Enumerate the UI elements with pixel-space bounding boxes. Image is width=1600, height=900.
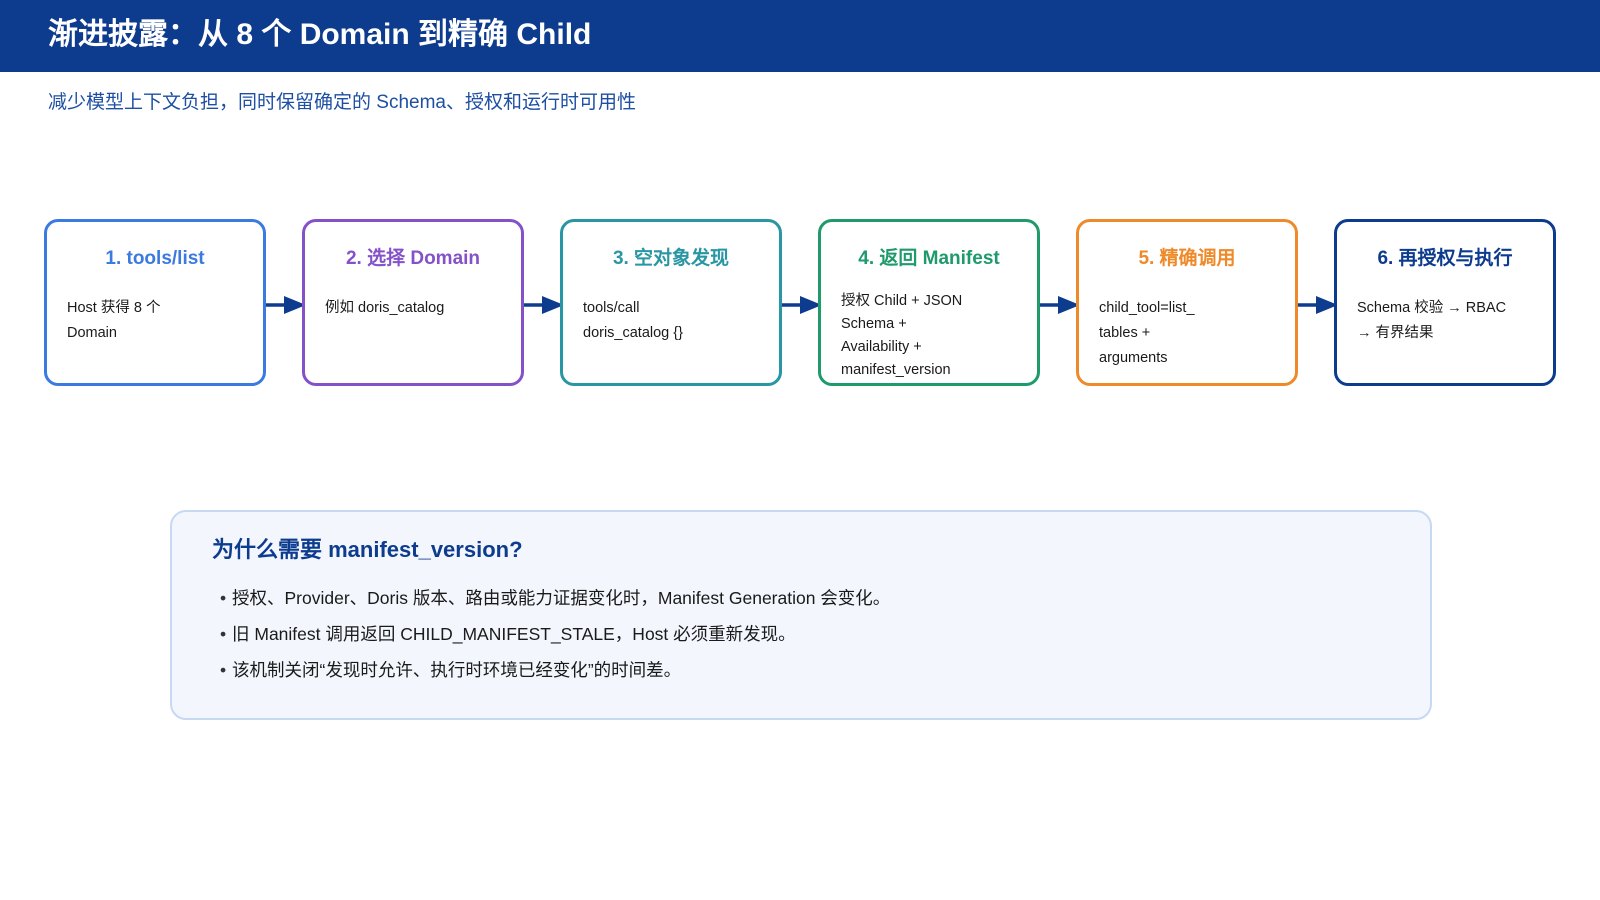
step-2-body: 例如 doris_catalog bbox=[325, 300, 445, 316]
step-2-title: 2. 选择 Domain bbox=[345, 248, 481, 269]
note-item-text: 授权、Provider、Doris 版本、路由或能力证据变化时，Manifest… bbox=[232, 588, 891, 608]
bullet-icon: • bbox=[220, 588, 227, 608]
note-item: • 该机制关闭“发现时允许、执行时环境已经变化”的时间差。 bbox=[220, 652, 890, 688]
step-2-card: 2. 选择 Domain 例如 doris_catalog bbox=[302, 219, 524, 386]
step-3-card: 3. 空对象发现 tools/call doris_catalog {} bbox=[560, 219, 782, 386]
step-1-title: 1. tools/list bbox=[105, 248, 205, 269]
arrow-5-6 bbox=[1298, 296, 1338, 314]
note-title: 为什么需要 manifest_version? bbox=[212, 537, 523, 562]
arrow-3-4 bbox=[782, 296, 822, 314]
step-6-body: Schema 校验 → RBAC → 有界结果 bbox=[1357, 300, 1507, 341]
step-5-card: 5. 精确调用 child_tool=list_ tables + argume… bbox=[1076, 219, 1298, 386]
arrow-2-3 bbox=[524, 296, 564, 314]
step-5-body: child_tool=list_ tables + arguments bbox=[1099, 300, 1195, 366]
step-6-title: 6. 再授权与执行 bbox=[1377, 248, 1513, 269]
step-6-card: 6. 再授权与执行 Schema 校验 → RBAC → 有界结果 bbox=[1334, 219, 1556, 386]
step-4-body: 授权 Child + JSON Schema + Availability + … bbox=[841, 293, 963, 378]
step-5-title: 5. 精确调用 bbox=[1138, 248, 1236, 269]
manifest-version-note: 为什么需要 manifest_version? • 授权、Provider、Dor… bbox=[170, 510, 1432, 720]
note-item-text: 该机制关闭“发现时允许、执行时环境已经变化”的时间差。 bbox=[232, 660, 682, 680]
arrow-4-5 bbox=[1040, 296, 1080, 314]
step-3-title: 3. 空对象发现 bbox=[612, 248, 730, 269]
step-1-card: 1. tools/list Host 获得 8 个 Domain bbox=[44, 219, 266, 386]
step-4-card: 4. 返回 Manifest 授权 Child + JSON Schema + … bbox=[818, 219, 1040, 386]
bullet-icon: • bbox=[220, 660, 227, 680]
note-list: • 授权、Provider、Doris 版本、路由或能力证据变化时，Manifes… bbox=[220, 580, 890, 688]
step-4-title: 4. 返回 Manifest bbox=[858, 248, 1000, 269]
note-item: • 授权、Provider、Doris 版本、路由或能力证据变化时，Manifes… bbox=[220, 580, 890, 616]
step-1-body: Host 获得 8 个 Domain bbox=[67, 300, 161, 341]
note-item: • 旧 Manifest 调用返回 CHILD_MANIFEST_STALE，Ho… bbox=[220, 616, 890, 652]
bullet-icon: • bbox=[220, 624, 227, 644]
flow-diagram: 1. tools/list Host 获得 8 个 Domain 2. 选择 D… bbox=[0, 0, 1600, 900]
note-item-text: 旧 Manifest 调用返回 CHILD_MANIFEST_STALE，Hos… bbox=[232, 624, 796, 644]
step-3-body: tools/call doris_catalog {} bbox=[583, 300, 683, 341]
arrow-1-2 bbox=[266, 296, 306, 314]
